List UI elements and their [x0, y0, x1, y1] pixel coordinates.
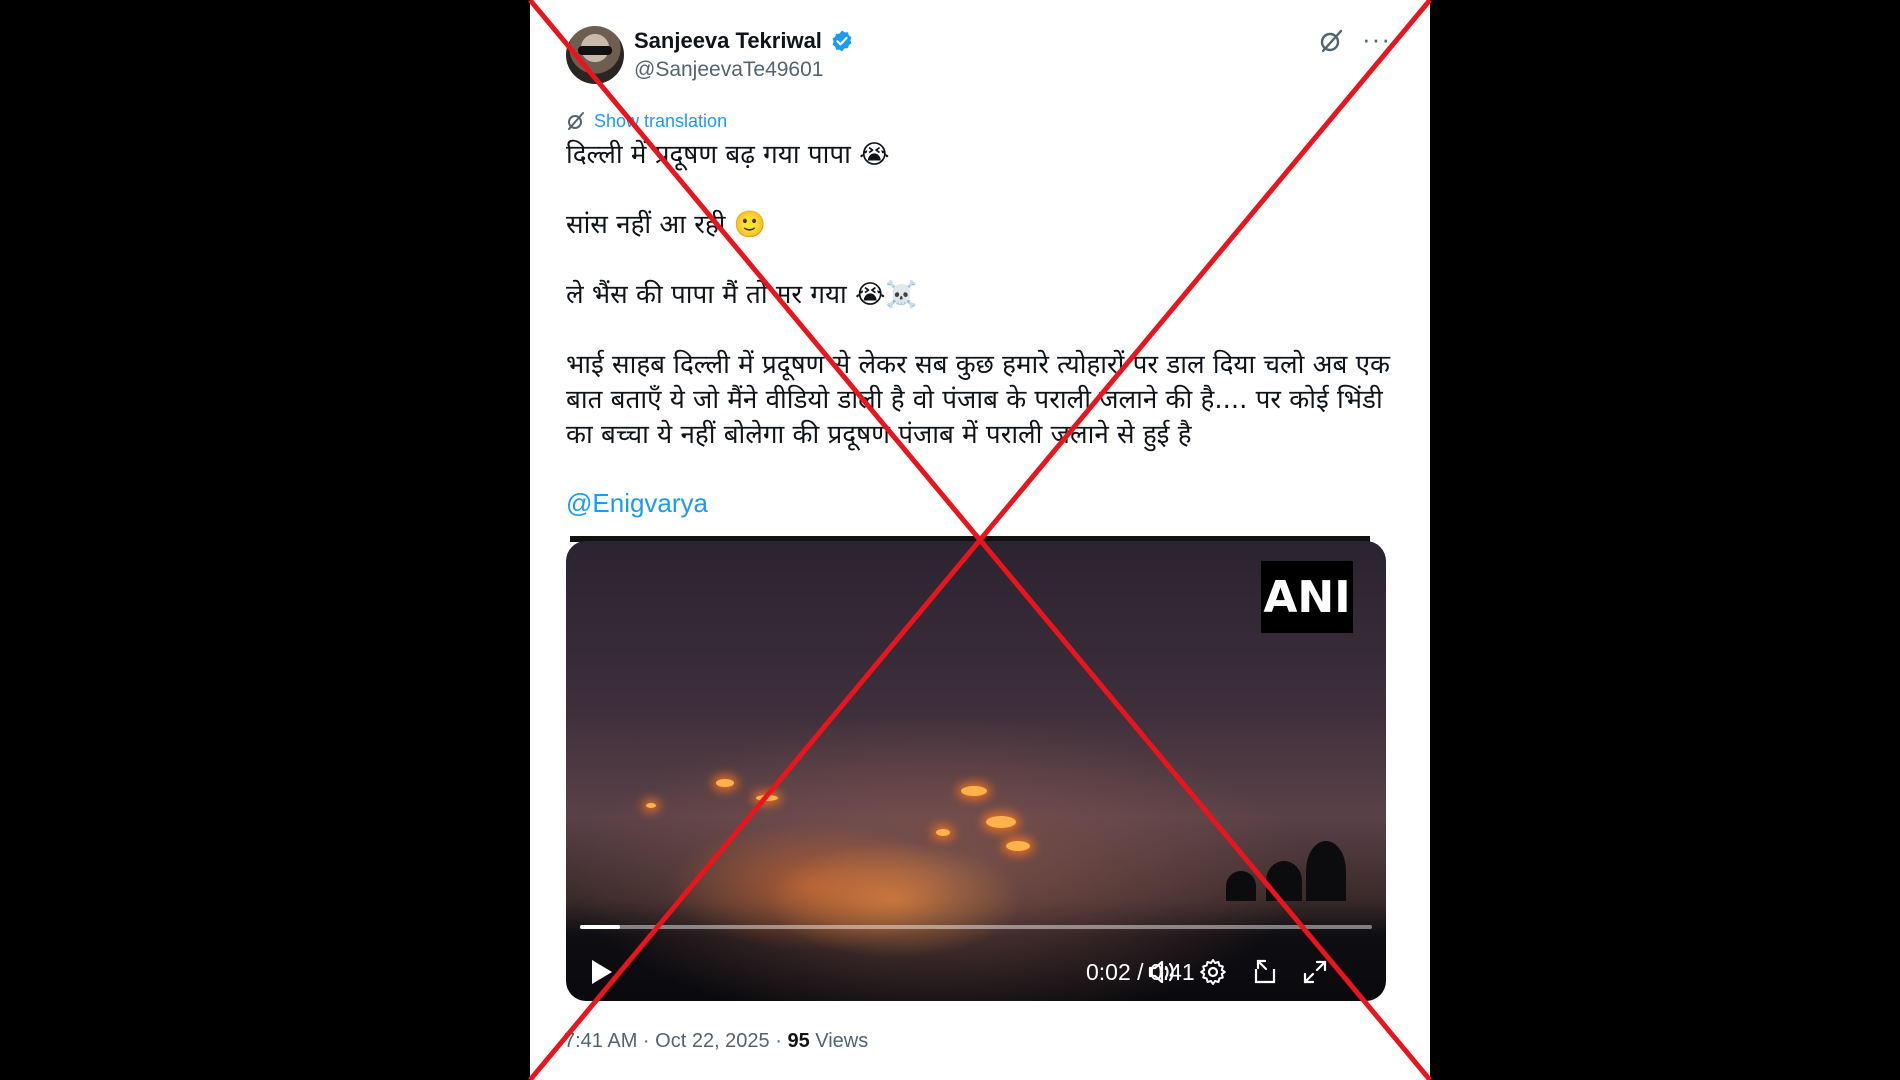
mention-link[interactable]: @Enigvarya	[566, 488, 708, 519]
ani-watermark: ANI	[1261, 561, 1353, 633]
more-options-icon[interactable]: ···	[1362, 26, 1391, 52]
settings-icon[interactable]	[1198, 957, 1228, 987]
tweet-line: भाई साहब दिल्ली में प्रदूषण से लेकर सब क…	[566, 350, 1390, 450]
video-progress-fill	[580, 925, 620, 929]
grok-translate-icon	[568, 112, 584, 130]
video-time: 0:02 / 0:41	[1086, 959, 1195, 985]
tweet-timestamp[interactable]: 7:41 AM · Oct 22, 2025 · 95 Views	[564, 1030, 868, 1053]
picture-in-picture-icon[interactable]	[1250, 957, 1280, 987]
verified-badge-icon	[832, 30, 852, 52]
avatar[interactable]	[566, 26, 624, 84]
show-translation-link[interactable]: Show translation	[566, 110, 727, 132]
tweet-line: सांस नहीं आ रही 🙂	[566, 210, 767, 240]
tweet-card: Sanjeeva Tekriwal @SanjeevaTe49601 ··· S…	[530, 0, 1430, 1080]
video-player[interactable]: ANI 0:02 / 0:41	[566, 541, 1386, 1001]
show-translation-label[interactable]: Show translation	[594, 111, 727, 132]
author-handle[interactable]: @SanjeevaTe49601	[634, 58, 823, 82]
tweet-line: ले भैंस की पापा मैं तो मर गया 😭☠️	[566, 280, 918, 310]
author-name[interactable]: Sanjeeva Tekriwal	[634, 28, 822, 54]
views-label: Views	[809, 1030, 869, 1052]
tweet-text: दिल्ली में प्रदूषण बढ़ गया पापा 😭 सांस न…	[566, 138, 1406, 453]
tweet-line: दिल्ली में प्रदूषण बढ़ गया पापा 😭	[566, 140, 890, 170]
grok-icon[interactable]	[1318, 28, 1344, 54]
video-progress-bar[interactable]	[580, 925, 1372, 929]
volume-icon[interactable]	[1146, 957, 1176, 987]
views-count: 95	[787, 1030, 810, 1052]
fullscreen-icon[interactable]	[1300, 957, 1330, 987]
play-icon[interactable]	[588, 957, 614, 987]
